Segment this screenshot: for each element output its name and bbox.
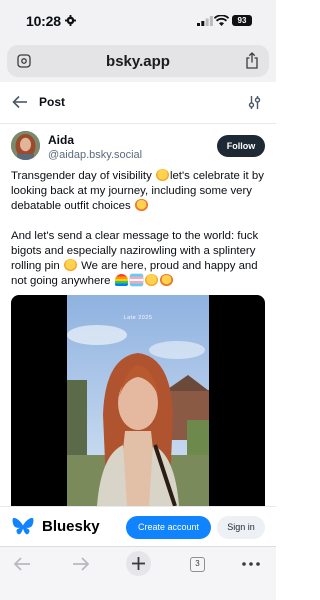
create-account-button[interactable]: Create account	[126, 516, 211, 539]
smiling-hearts-emoji-icon	[159, 274, 173, 286]
post-paragraph-1: Transgender day of visibility let's cele…	[11, 169, 269, 214]
browser-address-area: bsky.app	[0, 42, 276, 82]
plus-icon	[132, 557, 145, 570]
post-image[interactable]: Late 2025	[11, 295, 265, 506]
winking-kiss-emoji-icon	[63, 259, 77, 271]
tabs-icon: 3	[190, 557, 205, 572]
gear-icon	[65, 15, 76, 26]
back-icon[interactable]	[11, 553, 33, 575]
author-name[interactable]: Aida	[48, 133, 74, 147]
avatar[interactable]	[11, 131, 40, 160]
status-bar: 10:28 93	[0, 0, 276, 42]
page-title: Post	[39, 95, 66, 109]
new-tab-button[interactable]	[126, 551, 151, 576]
signal-icon	[197, 16, 213, 26]
post-text: Transgender day of visibility let's cele…	[11, 169, 269, 289]
settings-sliders-icon[interactable]	[248, 95, 261, 110]
browser-toolbar: 3	[0, 546, 276, 600]
smiling-hearts-emoji-icon	[134, 199, 148, 211]
share-icon[interactable]	[245, 52, 259, 69]
address-bar[interactable]: bsky.app	[7, 45, 269, 77]
party-face-emoji-icon	[155, 169, 169, 181]
sign-in-button[interactable]: Sign in	[217, 516, 265, 539]
more-icon[interactable]	[240, 553, 262, 575]
back-arrow-icon[interactable]	[12, 95, 28, 109]
author-handle[interactable]: @aidap.bsky.social	[48, 149, 142, 161]
follow-button[interactable]: Follow	[217, 135, 265, 157]
rainbow-emoji-icon	[114, 274, 128, 286]
signup-banner: Bluesky Create account Sign in	[0, 506, 276, 546]
tabs-button[interactable]: 3	[187, 553, 209, 575]
status-time: 10:28	[26, 13, 61, 29]
transgender-flag-emoji-icon	[129, 274, 143, 286]
post-paragraph-2: And let's send a clear message to the wo…	[11, 229, 269, 289]
forward-icon[interactable]	[70, 553, 92, 575]
wifi-icon	[214, 15, 229, 26]
selfie-photo	[67, 295, 209, 506]
bluesky-wordmark: Bluesky	[42, 518, 100, 535]
page-header: Post	[0, 82, 276, 124]
url-text[interactable]: bsky.app	[7, 53, 269, 70]
image-caption: Late 2025	[123, 315, 153, 321]
battery-icon: 93	[232, 15, 252, 26]
bluesky-butterfly-icon	[12, 517, 34, 535]
party-face-emoji-icon	[144, 274, 158, 286]
post-text-segment: Transgender day of visibility	[11, 170, 152, 182]
